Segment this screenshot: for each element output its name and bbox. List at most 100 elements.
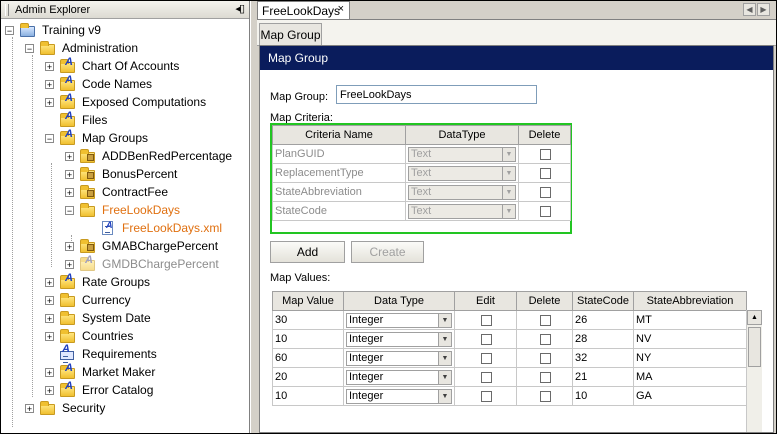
tab-scroll-right-icon[interactable]: ▶ bbox=[757, 3, 770, 16]
close-tab-icon[interactable]: × bbox=[338, 3, 344, 15]
tree-node-gmabchargepercent[interactable]: + GMABChargePercent bbox=[65, 237, 218, 255]
data-type-select[interactable]: Integer ▼ bbox=[346, 350, 452, 366]
tree-node-map-groups[interactable]: − A Map Groups bbox=[45, 128, 148, 147]
statecode-cell[interactable]: 32 bbox=[572, 348, 634, 368]
delete-checkbox[interactable] bbox=[540, 205, 551, 217]
delete-checkbox[interactable] bbox=[540, 371, 551, 383]
edit-checkbox[interactable] bbox=[481, 314, 492, 326]
delete-header[interactable]: Delete bbox=[516, 291, 573, 311]
expand-icon[interactable]: + bbox=[45, 79, 54, 89]
collapse-icon[interactable]: − bbox=[25, 43, 34, 53]
tree-node-contractfee[interactable]: + ContractFee bbox=[65, 183, 168, 201]
edit-header[interactable]: Edit bbox=[454, 291, 517, 311]
expand-icon[interactable]: + bbox=[65, 169, 74, 179]
expand-icon[interactable]: + bbox=[45, 97, 54, 107]
map-value-cell[interactable]: 30 bbox=[272, 310, 344, 330]
tree-node-system-date[interactable]: + System Date bbox=[45, 309, 151, 327]
tab-freelookdays[interactable]: FreeLookDays × bbox=[257, 1, 350, 19]
dropdown-arrow-icon[interactable]: ▼ bbox=[438, 389, 451, 403]
collapse-icon[interactable]: − bbox=[65, 205, 74, 215]
delete-checkbox[interactable] bbox=[540, 148, 551, 160]
data-type-select[interactable]: Integer ▼ bbox=[346, 331, 452, 347]
criteria-name-cell[interactable]: StateCode bbox=[272, 201, 406, 221]
tree-node-freelookdays-xml[interactable]: A FreeLookDays.xml bbox=[100, 219, 222, 237]
tree-node-files[interactable]: A Files bbox=[60, 110, 107, 129]
data-type-select[interactable]: Integer ▼ bbox=[346, 388, 452, 404]
expand-icon[interactable]: + bbox=[45, 367, 54, 377]
edit-checkbox[interactable] bbox=[481, 352, 492, 364]
statecode-header[interactable]: StateCode bbox=[572, 291, 634, 311]
map-value-header[interactable]: Map Value bbox=[272, 291, 344, 311]
expand-icon[interactable]: + bbox=[65, 151, 74, 161]
criteria-name-header[interactable]: Criteria Name bbox=[272, 125, 406, 145]
data-type-select[interactable]: Integer ▼ bbox=[346, 369, 452, 385]
expand-icon[interactable]: + bbox=[45, 331, 54, 341]
expand-icon[interactable]: + bbox=[45, 277, 54, 287]
tree-node-currency[interactable]: + Currency bbox=[45, 291, 131, 309]
tree-node-gmdbchargepercent[interactable]: + A GMDBChargePercent bbox=[65, 254, 219, 273]
tree-node-error-catalog[interactable]: + A Error Catalog bbox=[45, 380, 153, 399]
dropdown-arrow-icon[interactable]: ▼ bbox=[438, 313, 451, 327]
criteria-name-cell[interactable]: PlanGUID bbox=[272, 144, 406, 164]
expand-icon[interactable]: + bbox=[25, 403, 34, 413]
tree-node-chart-of-accounts[interactable]: + A Chart Of Accounts bbox=[45, 56, 179, 75]
delete-checkbox[interactable] bbox=[540, 167, 551, 179]
dropdown-arrow-icon[interactable]: ▼ bbox=[438, 370, 451, 384]
stateabbreviation-cell[interactable]: GA bbox=[633, 386, 747, 406]
delete-checkbox[interactable] bbox=[540, 352, 551, 364]
map-group-input[interactable]: FreeLookDays bbox=[336, 85, 537, 104]
statecode-cell[interactable]: 26 bbox=[572, 310, 634, 330]
statecode-cell[interactable]: 21 bbox=[572, 367, 634, 387]
tree-node-freelookdays[interactable]: − FreeLookDays bbox=[65, 201, 180, 219]
criteria-name-cell[interactable]: ReplacementType bbox=[272, 163, 406, 183]
tree-node-bonuspercent[interactable]: + BonusPercent bbox=[65, 165, 177, 183]
statecode-cell[interactable]: 28 bbox=[572, 329, 634, 349]
expand-icon[interactable]: + bbox=[45, 61, 54, 71]
map-value-cell[interactable]: 20 bbox=[272, 367, 344, 387]
dropdown-arrow-icon[interactable]: ▼ bbox=[438, 351, 451, 365]
delete-header[interactable]: Delete bbox=[518, 125, 571, 145]
values-scrollbar[interactable]: ▲ bbox=[746, 310, 762, 432]
tab-scroll-left-icon[interactable]: ◀ bbox=[743, 3, 756, 16]
delete-checkbox[interactable] bbox=[540, 314, 551, 326]
panel-splitter[interactable] bbox=[250, 1, 257, 433]
stateabbreviation-header[interactable]: StateAbbreviation bbox=[633, 291, 747, 311]
create-button[interactable]: Create bbox=[351, 241, 424, 263]
map-value-cell[interactable]: 10 bbox=[272, 386, 344, 406]
delete-checkbox[interactable] bbox=[540, 186, 551, 198]
tab-map-group[interactable]: Map Group bbox=[259, 23, 322, 45]
statecode-cell[interactable]: 10 bbox=[572, 386, 634, 406]
map-value-cell[interactable]: 60 bbox=[272, 348, 344, 368]
edit-checkbox[interactable] bbox=[481, 390, 492, 402]
expand-icon[interactable]: + bbox=[65, 241, 74, 251]
expand-icon[interactable]: + bbox=[45, 295, 54, 305]
tree-node-code-names[interactable]: + A Code Names bbox=[45, 74, 152, 93]
tree-node-exposed-computations[interactable]: + A Exposed Computations bbox=[45, 92, 206, 111]
criteria-name-cell[interactable]: StateAbbreviation bbox=[272, 182, 406, 202]
add-button[interactable]: Add bbox=[270, 241, 345, 263]
tree-node-security[interactable]: + Security bbox=[25, 399, 105, 417]
delete-checkbox[interactable] bbox=[540, 333, 551, 345]
expand-icon[interactable]: + bbox=[45, 313, 54, 323]
stateabbreviation-cell[interactable]: MT bbox=[633, 310, 747, 330]
stateabbreviation-cell[interactable]: NV bbox=[633, 329, 747, 349]
map-value-cell[interactable]: 10 bbox=[272, 329, 344, 349]
collapse-icon[interactable]: − bbox=[5, 25, 14, 35]
stateabbreviation-cell[interactable]: MA bbox=[633, 367, 747, 387]
collapse-icon[interactable]: − bbox=[45, 133, 54, 143]
expand-icon[interactable]: + bbox=[65, 187, 74, 197]
delete-checkbox[interactable] bbox=[540, 390, 551, 402]
edit-checkbox[interactable] bbox=[481, 371, 492, 383]
data-type-select[interactable]: Integer ▼ bbox=[346, 312, 452, 328]
scroll-up-icon[interactable]: ▲ bbox=[747, 310, 762, 325]
stateabbreviation-cell[interactable]: NY bbox=[633, 348, 747, 368]
tree-node-administration[interactable]: − Administration bbox=[25, 39, 138, 57]
dropdown-arrow-icon[interactable]: ▼ bbox=[438, 332, 451, 346]
tree-node-addbenredpercentage[interactable]: + ADDBenRedPercentage bbox=[65, 147, 232, 165]
tree-node-market-maker[interactable]: + A Market Maker bbox=[45, 362, 155, 381]
edit-checkbox[interactable] bbox=[481, 333, 492, 345]
datatype-header[interactable]: DataType bbox=[405, 125, 519, 145]
tree-node-training-v9[interactable]: − Training v9 bbox=[5, 21, 101, 39]
pin-icon[interactable]: ◂▯ bbox=[235, 2, 244, 15]
tree-node-requirements[interactable]: A Requirements bbox=[60, 343, 157, 363]
